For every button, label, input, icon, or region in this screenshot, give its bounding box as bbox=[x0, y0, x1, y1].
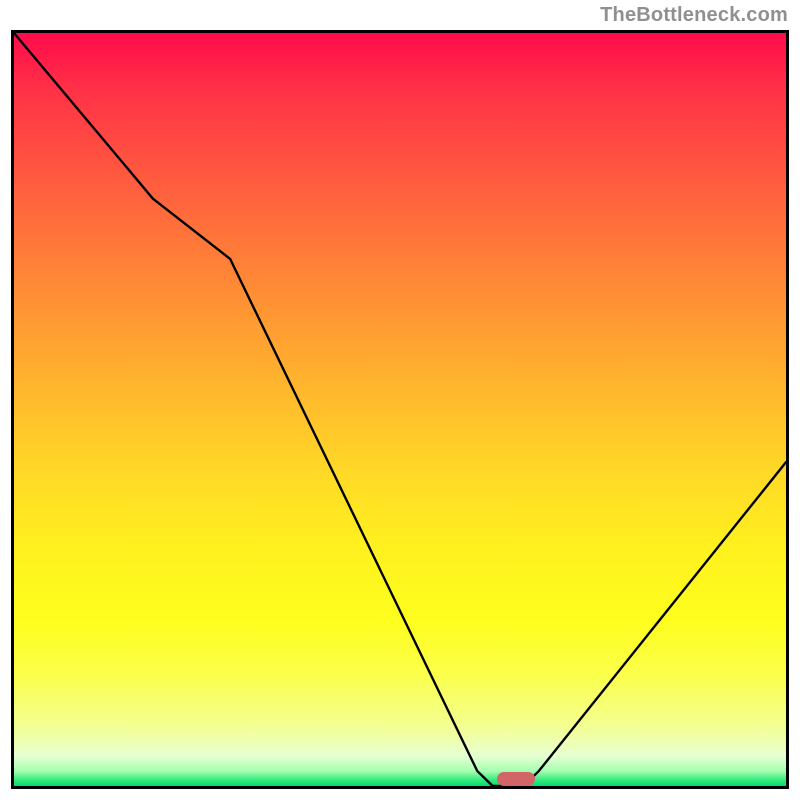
bottleneck-curve bbox=[14, 33, 786, 786]
curve-path bbox=[14, 33, 786, 786]
watermark-text: TheBottleneck.com bbox=[600, 4, 788, 27]
plot-area bbox=[11, 30, 789, 789]
chart-container: TheBottleneck.com bbox=[0, 0, 800, 800]
optimal-marker bbox=[497, 772, 536, 786]
